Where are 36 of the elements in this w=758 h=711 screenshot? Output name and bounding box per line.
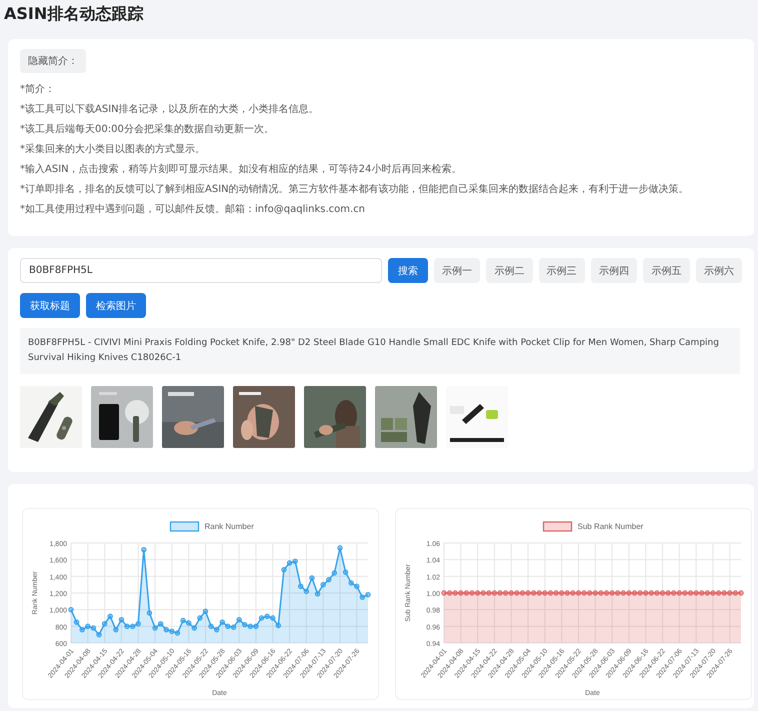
data-point xyxy=(141,546,147,552)
intro-text: *该工具后端每天00:00分会把采集的数据自动更新一次。 xyxy=(20,123,275,136)
data-point xyxy=(146,610,152,616)
data-point xyxy=(102,621,108,627)
example-button[interactable]: 示例三 xyxy=(538,258,585,283)
example-button[interactable]: 示例四 xyxy=(590,258,638,283)
data-point xyxy=(108,614,113,620)
data-point xyxy=(68,606,74,612)
intro-text: *该工具可以下载ASIN排名记录，以及所在的大类，小类排名信息。 xyxy=(20,103,320,116)
example-button[interactable]: 示例二 xyxy=(486,258,533,283)
intro-text: *输入ASIN，点击搜索，稍等片刻即可显示结果。如没有相应的结果，可等待24小时后再回来检索。 xyxy=(20,163,462,176)
intro-text: *简介： xyxy=(20,83,56,96)
data-point xyxy=(74,619,80,625)
data-point xyxy=(276,622,282,628)
intro-text: *订单即排名，排名的反馈可以了解到相应ASIN的动销情况。第三方软件基本都有该功能，但能把自己采集回来的数据结合起来，有利于进一步做决策。 xyxy=(20,183,690,196)
example-button[interactable]: 示例六 xyxy=(696,258,742,283)
toggle-intro-button[interactable]: 隐藏简介： xyxy=(20,49,86,73)
example-button[interactable]: 示例五 xyxy=(643,258,690,283)
intro-text: *如工具使用过程中遇到问题，可以邮件反馈。邮箱：info@qaqlinks.com.cn xyxy=(20,203,366,216)
product-title: B0BF8FPH5L - CIVIVI Mini Praxis Folding Pocket Knife, 2.98" D2 Steel Blade G10 Handle Small EDC Knife with Pocket Clip for Men Women, Sharp Camping Survival Hiking Knives C18026C-1 xyxy=(20,328,740,374)
action-button[interactable]: 检索图片 xyxy=(86,293,146,318)
chart-legend: Rank Number xyxy=(170,521,254,532)
data-point xyxy=(337,545,343,551)
data-point xyxy=(342,569,348,575)
legend-label: Sub Rank Number xyxy=(578,522,644,531)
data-point xyxy=(113,626,119,632)
search-button[interactable]: 搜索 xyxy=(388,258,428,283)
chart-legend: Sub Rank Number xyxy=(542,521,644,532)
intro-text: *采集回来的大小类目以图表的方式显示。 xyxy=(20,143,206,156)
example-button[interactable]: 示例一 xyxy=(434,258,480,283)
action-button[interactable]: 获取标题 xyxy=(20,293,80,318)
asin-input-field[interactable]: B0BF8FPH5L xyxy=(20,258,382,283)
page-title: ASIN排名动态跟踪 xyxy=(4,3,144,25)
legend-label: Rank Number xyxy=(204,522,254,531)
data-point xyxy=(314,591,320,597)
data-point xyxy=(309,575,315,581)
